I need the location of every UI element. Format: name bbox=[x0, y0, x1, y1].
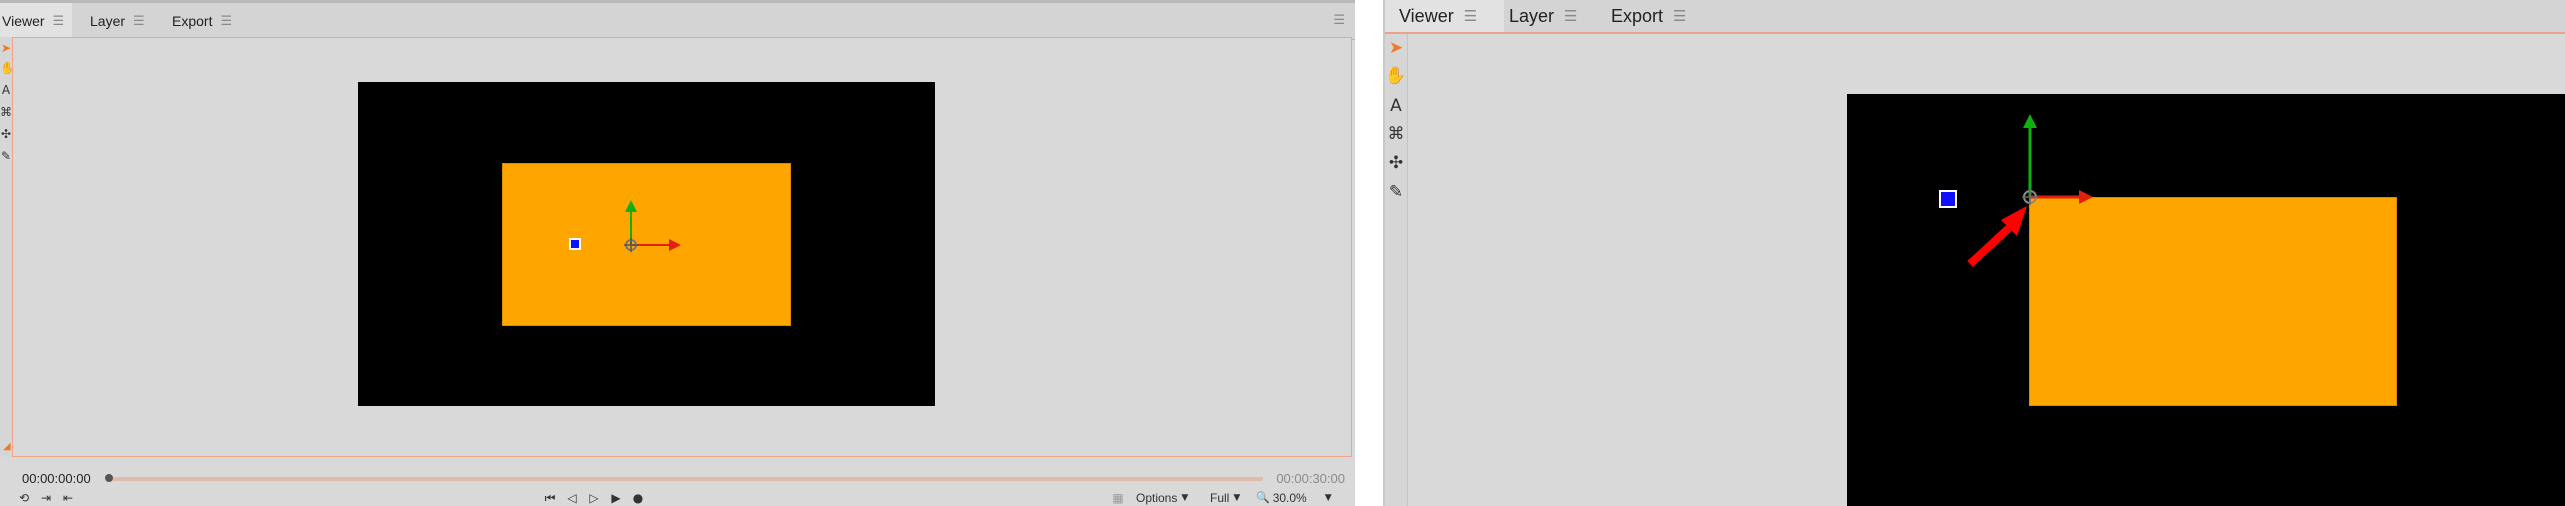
transport-bar: 00:00:00:00 00:00:30:00 ⟲ ⇥ ⇤ ⏮ ◁ ▷ ▶ ● … bbox=[12, 457, 1355, 506]
play-icon[interactable]: ▶ bbox=[608, 490, 624, 506]
select-tool-icon[interactable]: ➤ bbox=[0, 39, 12, 57]
hand-tool-icon[interactable]: ✋ bbox=[0, 59, 12, 77]
playhead-handle[interactable] bbox=[105, 474, 113, 482]
chevron-down-icon: ▼ bbox=[1324, 493, 1332, 503]
tab-layer-label: Layer bbox=[90, 13, 126, 29]
tab-viewer[interactable]: Viewer ☰ bbox=[1385, 0, 1504, 32]
magnifier-icon: 🔍 bbox=[1256, 491, 1270, 504]
right-tab-bar: Viewer ☰ Layer ☰ Export ☰ bbox=[1385, 0, 2565, 34]
gizmo-x-arrowhead[interactable] bbox=[2079, 190, 2093, 204]
left-tab-bar: Viewer ☰ Layer ☰ Export ☰ ☰ bbox=[0, 0, 1355, 40]
transform-gizmo[interactable] bbox=[608, 182, 698, 272]
tab-menu-icon[interactable]: ☰ bbox=[1673, 7, 1686, 25]
pen-tool-icon[interactable]: ✎ bbox=[1385, 180, 1407, 204]
right-tool-bar: ➤ ✋ A ⌘ ✣ ✎ bbox=[1385, 34, 1408, 506]
tab-layer[interactable]: Layer ☰ bbox=[90, 3, 145, 39]
grid-toggle-icon[interactable]: ▦ bbox=[1110, 490, 1126, 506]
select-tool-icon[interactable]: ➤ bbox=[1385, 36, 1407, 60]
chevron-down-icon: ▼ bbox=[1233, 493, 1241, 503]
hand-tool-icon[interactable]: ✋ bbox=[1385, 64, 1407, 88]
zoom-dropdown[interactable]: 🔍 30.0% ▼ bbox=[1256, 490, 1332, 506]
tab-menu-icon[interactable]: ☰ bbox=[53, 14, 65, 29]
gizmo-y-arrowhead[interactable] bbox=[625, 200, 637, 212]
set-out-point-icon[interactable]: ⇤ bbox=[60, 490, 76, 506]
end-timecode: 00:00:30:00 bbox=[1276, 471, 1345, 486]
gizmo-y-arrowhead[interactable] bbox=[2023, 114, 2037, 128]
gizmo-x-arrowhead[interactable] bbox=[669, 239, 681, 251]
zoom-label: 30.0% bbox=[1272, 491, 1307, 505]
puppet-tool-icon[interactable]: ✣ bbox=[0, 125, 12, 143]
annotation-arrow-shaft bbox=[1967, 225, 2012, 267]
transform-gizmo[interactable] bbox=[1937, 114, 2117, 294]
panel-menu-icon[interactable]: ☰ bbox=[1333, 13, 1345, 28]
composition-canvas[interactable] bbox=[358, 82, 935, 406]
quality-dropdown[interactable]: Full ▼ bbox=[1210, 490, 1240, 506]
tab-layer-label: Layer bbox=[1509, 5, 1555, 26]
viewer-viewport[interactable] bbox=[1408, 34, 2565, 506]
timeline-scrubber[interactable] bbox=[108, 477, 1263, 481]
tab-menu-icon[interactable]: ☰ bbox=[133, 14, 145, 29]
options-dropdown[interactable]: Options ▼ bbox=[1136, 490, 1188, 506]
composition-canvas[interactable] bbox=[1847, 94, 2565, 506]
anchor-tool-icon[interactable]: ⌘ bbox=[0, 103, 12, 121]
tab-layer[interactable]: Layer ☰ bbox=[1509, 0, 1577, 32]
set-in-point-icon[interactable]: ⇥ bbox=[38, 490, 54, 506]
puppet-tool-icon[interactable]: ✣ bbox=[1385, 151, 1407, 175]
record-icon[interactable]: ● bbox=[630, 490, 646, 506]
quality-label: Full bbox=[1210, 491, 1230, 505]
right-viewer-panel: Viewer ☰ Layer ☰ Export ☰ ➤ ✋ A ⌘ ✣ ✎ bbox=[1383, 0, 2565, 506]
tab-viewer[interactable]: Viewer ☰ bbox=[0, 3, 72, 39]
text-tool-icon[interactable]: A bbox=[0, 81, 12, 99]
anchor-point-handle[interactable] bbox=[569, 238, 581, 250]
tab-export-label: Export bbox=[172, 13, 213, 29]
tab-menu-icon[interactable]: ☰ bbox=[220, 14, 232, 29]
left-viewer-panel: Viewer ☰ Layer ☰ Export ☰ ☰ ➤ ✋ A ⌘ ✣ ✎ bbox=[0, 0, 1355, 506]
tab-menu-icon[interactable]: ☰ bbox=[1464, 7, 1477, 25]
next-frame-icon[interactable]: ▷ bbox=[586, 490, 602, 506]
chevron-down-icon: ▼ bbox=[1181, 493, 1189, 503]
viewer-viewport[interactable]: ◢ bbox=[3, 37, 1352, 457]
first-frame-icon[interactable]: ⏮ bbox=[542, 490, 558, 506]
tab-export[interactable]: Export ☰ bbox=[1611, 0, 1686, 32]
resize-grip-icon[interactable]: ◢ bbox=[3, 441, 11, 452]
tab-export[interactable]: Export ☰ bbox=[172, 3, 232, 39]
anchor-tool-icon[interactable]: ⌘ bbox=[1385, 122, 1407, 146]
current-timecode[interactable]: 00:00:00:00 bbox=[22, 471, 91, 486]
text-tool-icon[interactable]: A bbox=[1385, 94, 1407, 118]
pen-tool-icon[interactable]: ✎ bbox=[0, 147, 12, 165]
prev-frame-icon[interactable]: ◁ bbox=[564, 490, 580, 506]
tab-menu-icon[interactable]: ☰ bbox=[1564, 7, 1577, 25]
loop-icon[interactable]: ⟲ bbox=[16, 490, 32, 506]
tab-export-label: Export bbox=[1611, 5, 1664, 26]
left-tool-bar: ➤ ✋ A ⌘ ✣ ✎ bbox=[0, 37, 12, 457]
tab-viewer-label: Viewer bbox=[2, 13, 45, 29]
tab-viewer-label: Viewer bbox=[1399, 5, 1454, 26]
options-label: Options bbox=[1136, 491, 1178, 505]
